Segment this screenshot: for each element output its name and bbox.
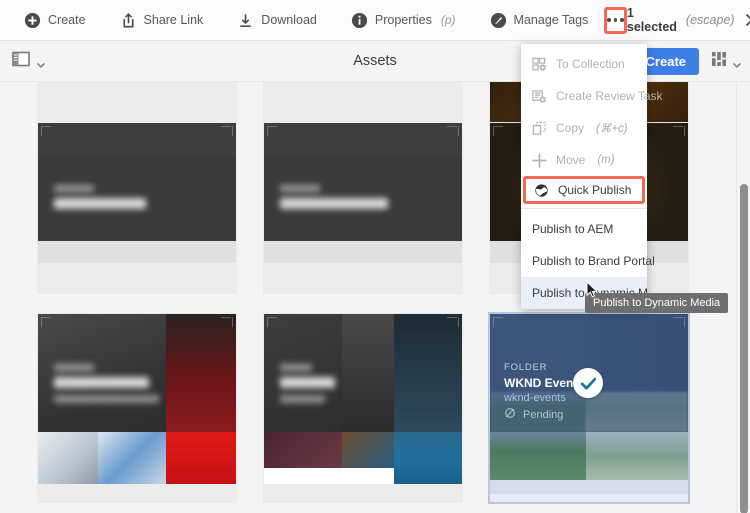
corner-mark-icon [221,126,233,138]
corner-mark-icon [493,317,505,329]
asset-card[interactable] [38,314,236,502]
move-icon [532,152,547,168]
action-label: Manage Tags [513,13,589,27]
menu-item-to-collection[interactable]: To Collection [521,48,647,80]
corner-mark-icon [447,126,459,138]
corner-mark-icon [493,126,505,138]
menu-item-publish-to-aem[interactable]: Publish to AEM [521,213,647,245]
more-options-button[interactable] [604,6,627,34]
close-icon[interactable] [744,12,750,28]
asset-card-footer [264,263,462,293]
selection-count: 1 selected [626,6,677,34]
asset-card[interactable] [38,123,236,293]
asset-row-2: FOLDER WKND Events wknd-events Pending [38,314,688,502]
asset-card-footer [38,484,236,502]
manage-tags-action[interactable]: Manage Tags [480,0,599,41]
action-shortcut: (p) [440,13,456,27]
rail-toggle-button[interactable] [9,48,48,75]
aem-assets-screen: FOLDER WKND Events wknd-events Pending A… [0,0,750,513]
asset-thumbnail [38,123,236,241]
check-icon [580,377,596,390]
share-upload-icon [120,12,137,29]
menu-item-label: Copy [556,121,585,135]
menu-item-shortcut: (⌘+c) [596,123,628,135]
selection-status: 1 selected (escape) [627,6,750,34]
share-link-action[interactable]: Share Link [110,0,214,41]
asset-thumbnail [264,314,462,432]
chevron-down-icon [732,57,742,68]
asset-meta-strip [38,241,236,263]
asset-status-label: Pending [523,408,564,421]
asset-thumbnail [264,123,462,241]
tooltip: Publish to Dynamic Media [585,293,729,313]
menu-item-label: Publish to AEM [532,222,614,236]
view-options-icon [711,51,727,72]
side-panel-icon [12,51,30,72]
menu-item-create-review-task[interactable]: Create Review Task [521,80,663,112]
asset-status: Pending [504,407,584,422]
menu-item-label: Publish to Brand Portal [532,254,655,268]
menu-item-publish-to-brand-portal[interactable]: Publish to Brand Portal [521,245,655,277]
action-label: Download [261,13,317,27]
asset-card[interactable] [264,123,462,293]
download-icon [237,12,254,29]
action-label: Create [48,13,86,27]
menu-item-copy[interactable]: Copy (⌘+c) [521,112,647,144]
download-action[interactable]: Download [227,0,327,41]
asset-thumbnail [38,314,236,432]
corner-mark-icon [221,317,233,329]
asset-preview-strip [264,432,462,484]
globe-publish-icon [534,183,549,198]
asset-thumbnail: FOLDER WKND Events wknd-events Pending [490,314,688,432]
menu-item-shortcut: (m) [597,154,615,166]
vertical-scrollbar[interactable] [736,82,750,513]
asset-preview-strip [38,432,236,484]
corner-mark-icon [41,317,53,329]
asset-card-selected-wknd-events[interactable]: FOLDER WKND Events wknd-events Pending [490,314,688,502]
selection-action-toolbar: Create Share Link Download Properties (p… [0,0,750,41]
corner-mark-icon [673,126,685,138]
menu-item-label: To Collection [556,57,625,71]
asset-path: wknd-events [504,392,566,404]
menu-divider [521,208,647,209]
menu-item-label: Quick Publish [558,183,632,197]
corner-mark-icon [267,317,279,329]
asset-title: WKND Events [504,376,585,390]
asset-kind-label: FOLDER [504,362,548,373]
info-circle-icon [351,12,368,29]
view-options-button[interactable] [709,51,742,72]
action-label: Share Link [143,13,204,27]
chevron-down-icon [36,57,46,68]
selection-check-badge[interactable] [573,368,603,398]
more-options-menu[interactable]: To Collection Create Review Task Copy (⌘… [521,44,663,309]
menu-item-quick-publish[interactable]: Quick Publish [523,176,645,204]
properties-action[interactable]: Properties (p) [341,0,466,41]
menu-item-label: Create Review Task [556,89,663,103]
review-task-icon [532,89,547,104]
selection-hint: (escape) [685,13,735,27]
menu-item-move[interactable]: Move (m) [521,144,647,176]
mouse-cursor-icon [586,280,598,304]
asset-meta-strip [490,480,688,494]
asset-card-footer [38,263,236,293]
tag-pencil-icon [490,12,507,29]
asset-card[interactable] [264,314,462,502]
plus-circle-icon [24,12,41,29]
asset-meta-strip [264,241,462,263]
asset-card-footer [264,484,462,502]
more-options-icon [607,18,624,22]
asset-preview-strip [490,432,688,480]
scrollbar-thumb[interactable] [740,184,748,513]
collection-add-icon [532,57,547,72]
corner-mark-icon [447,317,459,329]
corner-mark-icon [673,317,685,329]
copy-icon [532,121,547,136]
create-action[interactable]: Create [14,0,96,41]
unpublished-icon [504,407,516,422]
menu-item-label: Move [556,153,586,167]
corner-mark-icon [267,126,279,138]
action-label: Properties [374,13,432,27]
corner-mark-icon [41,126,53,138]
